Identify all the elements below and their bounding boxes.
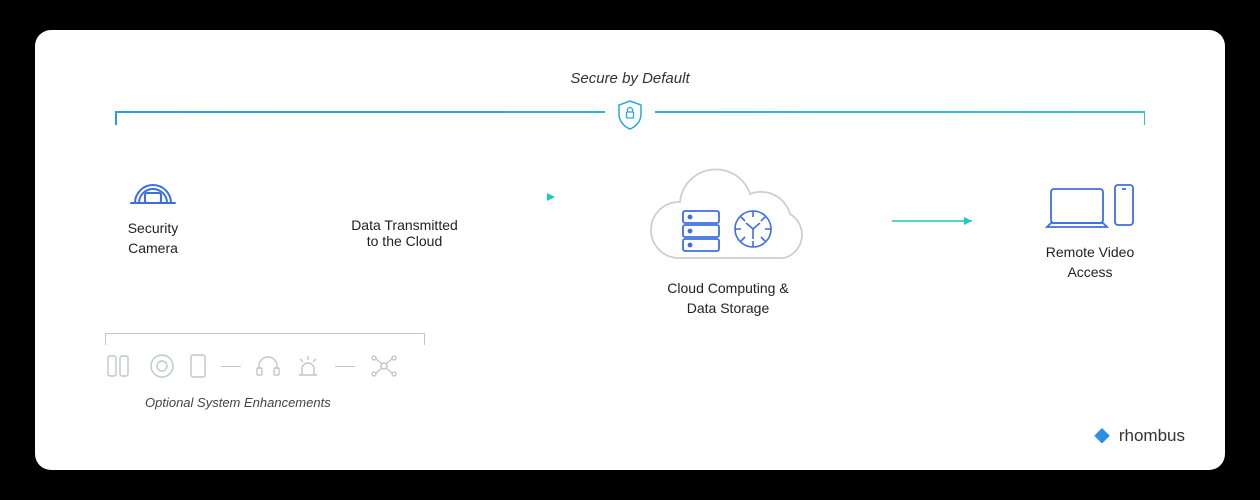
- arrow-access: [892, 163, 982, 227]
- integration-icon: [369, 353, 399, 379]
- flow-row: Security Camera Data Transmitted to the …: [85, 163, 1175, 318]
- node-cloud: Cloud Computing & Data Storage: [628, 163, 828, 318]
- arrow-transmit: Data Transmitted to the Cloud: [245, 163, 565, 249]
- shield-icon: [605, 99, 655, 136]
- cloud-icon: [628, 163, 828, 283]
- node-access-label: Remote Video Access: [1046, 243, 1134, 282]
- node-camera-label: Security Camera: [128, 219, 179, 258]
- node-access: Remote Video Access: [1045, 163, 1135, 282]
- badge-icon: [189, 353, 207, 379]
- door-sensor-icon: [105, 353, 135, 379]
- enhancements-label: Optional System Enhancements: [145, 395, 425, 410]
- motion-sensor-icon: [149, 353, 175, 379]
- enhancements-section: Optional System Enhancements: [105, 333, 425, 410]
- devices-icon: [1045, 181, 1135, 233]
- secure-header: Secure by Default: [85, 70, 1175, 87]
- secure-bracket: [115, 99, 1145, 123]
- alarm-icon: [295, 353, 321, 379]
- diagram-card: Secure by Default Security Camera: [35, 30, 1225, 470]
- node-cloud-label: Cloud Computing & Data Storage: [667, 279, 788, 318]
- brand-name: rhombus: [1119, 426, 1185, 446]
- camera-icon: [125, 163, 181, 209]
- headset-icon: [255, 353, 281, 379]
- rhombus-icon: [1093, 427, 1111, 445]
- node-camera: Security Camera: [125, 163, 181, 258]
- brand-logo: rhombus: [1093, 426, 1185, 446]
- arrow-transmit-label: Data Transmitted to the Cloud: [351, 217, 458, 249]
